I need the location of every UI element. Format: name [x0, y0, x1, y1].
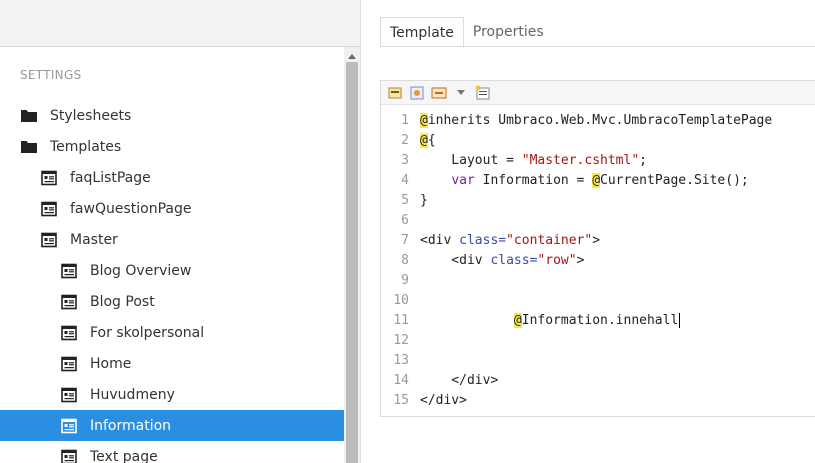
line-number: 6 [401, 213, 409, 228]
razor-at: @ [420, 133, 428, 148]
tab-template[interactable]: Template [380, 17, 464, 48]
tree-item-label: Huvudmeny [90, 386, 175, 403]
tree-item-for-skolpersonal[interactable]: For skolpersonal [0, 317, 344, 348]
dropdown-arrow-icon[interactable] [453, 85, 469, 101]
template-icon [60, 262, 78, 280]
insert-field-icon[interactable] [387, 85, 403, 101]
code-line-11: @Information.innehall [513, 313, 681, 328]
insert-dictionary-icon[interactable] [475, 85, 491, 101]
code-line-5: } [420, 193, 428, 208]
scroll-up-icon[interactable] [344, 51, 360, 61]
editor-tabs: Template Properties [380, 17, 553, 48]
code-line-4: var Information = @CurrentPage.Site(); [451, 173, 749, 188]
tree-scrollbar[interactable] [344, 47, 360, 463]
tree-item-label: Blog Post [90, 293, 155, 310]
tree-item-blog-post[interactable]: Blog Post [0, 286, 344, 317]
line-gutter: 1 2 3 4 5 6 7 8 9 10 11 12 13 14 15 [381, 111, 411, 411]
tree-item-master[interactable]: Master [0, 224, 344, 255]
line-number: 3 [401, 153, 409, 168]
section-title: SETTINGS [20, 68, 82, 82]
template-icon [40, 200, 58, 218]
line-number: 11 [393, 313, 409, 328]
panel-divider [360, 0, 361, 463]
code-line-2: @{ [420, 133, 436, 148]
template-icon [60, 386, 78, 404]
line-number: 2 [401, 133, 409, 148]
template-icon [40, 169, 58, 187]
razor-at: @ [592, 173, 601, 188]
line-number: 15 [393, 393, 409, 408]
tree-item-label: Templates [50, 138, 122, 155]
tree-item-label: faqListPage [70, 169, 151, 186]
editor-toolbar [381, 81, 815, 105]
code-line-1: @inherits Umbraco.Web.Mvc.UmbracoTemplat… [420, 113, 773, 128]
razor-at: @ [513, 313, 522, 328]
tree-item-label: Master [70, 231, 118, 248]
code-line-7: <div class="container"> [420, 233, 601, 248]
code-area[interactable]: @inherits Umbraco.Web.Mvc.UmbracoTemplat… [420, 111, 815, 411]
folder-icon [20, 107, 38, 125]
code-line-3: Layout = "Master.cshtml"; [420, 153, 647, 168]
tree-item-label: Stylesheets [50, 107, 132, 124]
tree-item-faqlistpage[interactable]: faqListPage [0, 162, 344, 193]
tree-item-stylesheets[interactable]: Stylesheets [0, 100, 344, 131]
left-panel: SETTINGS Stylesheets Templates faqListPage… [0, 0, 360, 463]
tree-item-information[interactable]: Information [0, 410, 344, 441]
tree-item-huvudmeny[interactable]: Huvudmeny [0, 379, 344, 410]
tree-item-text-page[interactable]: Text page [0, 441, 344, 463]
left-header [0, 0, 360, 47]
tree-item-label: Text page [90, 448, 158, 463]
tree-item-label: fawQuestionPage [70, 200, 192, 217]
template-icon [60, 448, 78, 463]
template-icon [60, 293, 78, 311]
line-number: 13 [393, 353, 409, 368]
line-number: 9 [401, 273, 409, 288]
line-number: 10 [393, 293, 409, 308]
code-line-8: <div class="row"> [420, 253, 585, 268]
line-number: 8 [401, 253, 409, 268]
template-icon [60, 355, 78, 373]
settings-tree: SETTINGS Stylesheets Templates faqListPage… [0, 47, 344, 463]
tree-item-home[interactable]: Home [0, 348, 344, 379]
tree-item-blog-overview[interactable]: Blog Overview [0, 255, 344, 286]
template-icon [40, 231, 58, 249]
tree-item-templates[interactable]: Templates [0, 131, 344, 162]
tab-properties[interactable]: Properties [464, 17, 553, 46]
line-number: 14 [393, 373, 409, 388]
code-line-15: </div> [420, 393, 467, 408]
tree-item-label: For skolpersonal [90, 324, 205, 341]
tree-item-fawquestionpage[interactable]: fawQuestionPage [0, 193, 344, 224]
insert-macro-icon[interactable] [409, 85, 425, 101]
template-icon [60, 324, 78, 342]
line-number: 7 [401, 233, 409, 248]
template-icon [60, 417, 78, 435]
line-number: 4 [401, 173, 409, 188]
tree-item-label: Home [90, 355, 132, 372]
tab-underline [380, 46, 815, 47]
tree-item-label: Blog Overview [90, 262, 192, 279]
code-line-14: </div> [420, 373, 499, 388]
folder-icon [20, 138, 38, 156]
code-editor[interactable]: 1 2 3 4 5 6 7 8 9 10 11 12 13 14 15 @inh… [380, 80, 815, 417]
line-number: 12 [393, 333, 409, 348]
razor-at: @ [420, 113, 428, 128]
line-number: 5 [401, 193, 409, 208]
scroll-thumb[interactable] [346, 62, 358, 463]
tree-item-label: Information [90, 417, 172, 434]
line-number: 1 [401, 113, 409, 128]
text-caret [679, 313, 681, 328]
insert-placeholder-icon[interactable] [431, 85, 447, 101]
